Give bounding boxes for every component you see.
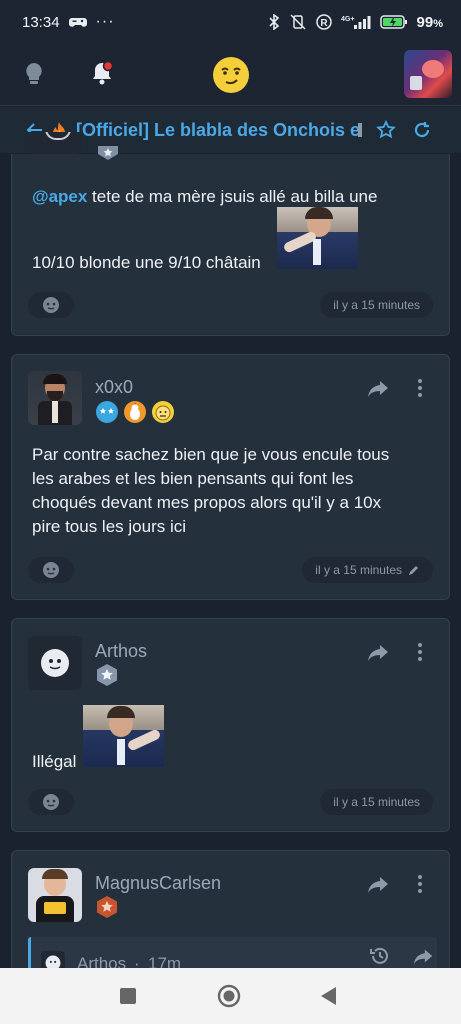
sticker-image[interactable] bbox=[83, 705, 164, 767]
default-avatar-icon bbox=[41, 649, 69, 677]
svg-text:4G+: 4G+ bbox=[341, 16, 354, 23]
emoji-badge-icon bbox=[152, 401, 174, 423]
battery-percent: 99% bbox=[416, 13, 443, 31]
more-notifications-icon: ··· bbox=[95, 13, 115, 30]
post-card: Arthos Illégal il y a 15 minutes bbox=[11, 618, 450, 832]
share-icon[interactable] bbox=[366, 376, 390, 400]
post-card: @apex tete de ma mère jsuis allé au bill… bbox=[11, 132, 450, 336]
sticker-image[interactable] bbox=[277, 207, 358, 269]
smirk-emoji-logo[interactable] bbox=[212, 56, 250, 94]
vibrate-off-icon bbox=[290, 14, 306, 30]
more-options-icon[interactable] bbox=[408, 376, 432, 400]
home-button[interactable] bbox=[217, 984, 241, 1008]
share-icon[interactable] bbox=[366, 640, 390, 664]
author-name[interactable]: MagnusCarlsen bbox=[95, 873, 221, 894]
post-message-line2: 10/10 blonde une 9/10 châtain bbox=[32, 253, 261, 272]
reaction-button[interactable] bbox=[28, 292, 74, 318]
author-name[interactable]: Arthos bbox=[95, 641, 147, 662]
reaction-button[interactable] bbox=[28, 789, 74, 815]
bluetooth-icon bbox=[268, 14, 279, 30]
add-reaction-icon bbox=[43, 297, 59, 313]
favorite-star-icon[interactable] bbox=[376, 120, 396, 140]
reaction-button[interactable] bbox=[28, 557, 74, 583]
avatar[interactable] bbox=[28, 868, 82, 922]
rank-badge-icon bbox=[97, 664, 117, 686]
chicken-badge-icon bbox=[124, 401, 146, 423]
post-message: @apex tete de ma mère jsuis allé au bill… bbox=[32, 187, 378, 206]
svg-text:R: R bbox=[320, 18, 328, 29]
title-overflow-marker bbox=[358, 123, 362, 137]
rank-badge-icon bbox=[97, 896, 117, 918]
back-button[interactable] bbox=[319, 986, 337, 1006]
post-timestamp: il y a 15 minutes bbox=[320, 292, 433, 318]
lightbulb-icon[interactable] bbox=[21, 61, 47, 87]
author-name[interactable]: x0x0 bbox=[95, 377, 133, 398]
refresh-icon[interactable] bbox=[412, 120, 432, 140]
recent-apps-button[interactable] bbox=[120, 988, 136, 1004]
add-reaction-icon bbox=[43, 794, 59, 810]
profile-avatar[interactable] bbox=[404, 50, 452, 98]
signal-4g-icon: 4G+ bbox=[341, 16, 371, 29]
share-icon[interactable] bbox=[366, 872, 390, 896]
edited-pencil-icon bbox=[409, 566, 418, 575]
battery-icon bbox=[379, 15, 407, 29]
topic-title: [Officiel] Le blabla des Onchois et d bbox=[76, 119, 362, 140]
history-icon[interactable] bbox=[369, 945, 391, 967]
more-options-icon[interactable] bbox=[408, 640, 432, 664]
post-message: Illégal bbox=[32, 752, 77, 771]
more-options-icon[interactable] bbox=[408, 872, 432, 896]
add-reaction-icon bbox=[43, 562, 59, 578]
post-message: Par contre sachez bien que je vous encul… bbox=[32, 445, 390, 536]
mention-link[interactable]: @apex bbox=[32, 187, 87, 206]
post-timestamp: il y a 15 minutes bbox=[302, 557, 433, 583]
gamepad-icon bbox=[68, 18, 87, 27]
quote-share-icon[interactable] bbox=[412, 945, 434, 967]
system-navigation-bar bbox=[0, 968, 461, 1024]
avatar[interactable] bbox=[28, 371, 82, 425]
post-timestamp: il y a 15 minutes bbox=[320, 789, 433, 815]
two-stars-badge-icon bbox=[96, 401, 118, 423]
clock: 13:34 bbox=[22, 13, 60, 31]
registered-icon: R bbox=[315, 14, 332, 30]
avatar[interactable] bbox=[28, 636, 82, 690]
status-bar: 13:34 ··· R 4G+ 99% bbox=[0, 0, 461, 44]
avatar bbox=[28, 132, 82, 154]
notifications-bell-icon[interactable] bbox=[89, 60, 115, 86]
rank-badge-icon bbox=[98, 146, 118, 160]
post-card: x0x0 Par contre sachez bien que je vous … bbox=[11, 354, 450, 600]
